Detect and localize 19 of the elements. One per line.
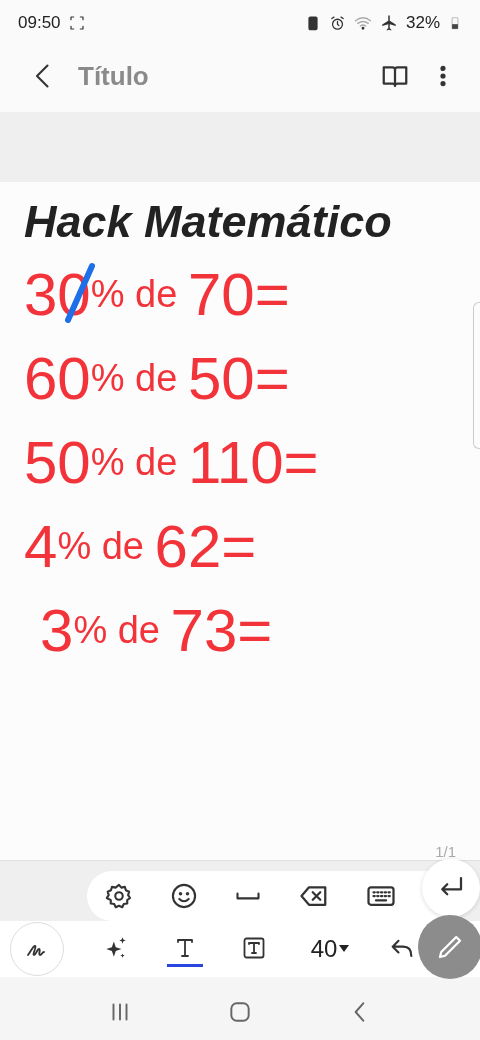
font-size-button[interactable]: 40 xyxy=(304,934,356,964)
scroll-handle[interactable] xyxy=(473,302,480,449)
airplane-icon xyxy=(379,14,398,32)
equation-line: 60% de 50= xyxy=(24,343,290,414)
equation-line: 50% de 110= xyxy=(24,427,319,498)
battery-level: 32% xyxy=(405,13,440,33)
text-box-icon[interactable] xyxy=(241,935,266,960)
page-indicator: 1/1 xyxy=(435,843,456,860)
screenshot-icon xyxy=(68,15,85,31)
wifi-icon xyxy=(353,14,372,32)
equation-line: 4% de 62= xyxy=(24,511,257,582)
note-heading: Hack Matemático xyxy=(24,196,393,248)
battery-icon xyxy=(448,16,462,30)
enter-button[interactable] xyxy=(422,859,480,917)
home-icon[interactable] xyxy=(227,999,253,1025)
caret-icon xyxy=(339,945,350,953)
equation-line: 3% de 73= xyxy=(39,595,273,666)
clock: 09:50 xyxy=(18,13,61,33)
alarm-icon xyxy=(328,14,346,32)
